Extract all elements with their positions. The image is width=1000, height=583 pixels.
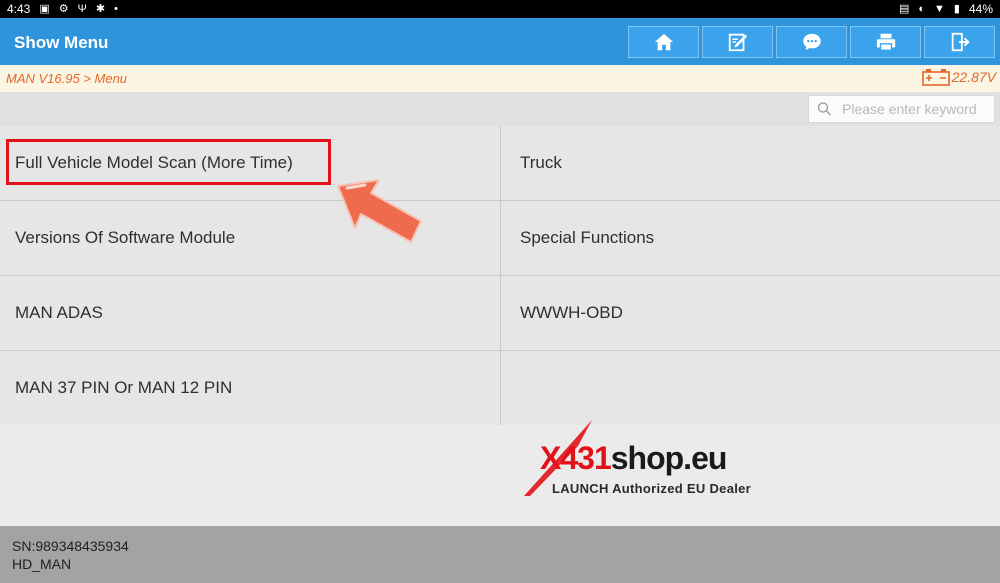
car-battery-icon — [921, 69, 950, 86]
exit-button[interactable] — [924, 26, 995, 58]
title-bar: Show Menu — [0, 18, 1000, 65]
exit-icon — [951, 32, 970, 52]
watermark-brand: X431shop.eu — [540, 440, 727, 476]
footer: SN:989348435934 HD_MAN — [0, 526, 1000, 583]
search-box[interactable] — [808, 95, 995, 123]
search-input[interactable] — [840, 100, 994, 118]
menu-item-truck[interactable]: Truck — [501, 126, 1000, 200]
battery-level: 44% — [968, 2, 993, 16]
bluetooth-icon: ✱ — [95, 3, 106, 15]
home-button[interactable] — [628, 26, 699, 58]
print-button[interactable] — [850, 26, 921, 58]
menu-item-software-versions[interactable]: Versions Of Software Module — [0, 201, 500, 275]
voltage-value: 22.87V — [951, 69, 996, 85]
vehicle-model: HD_MAN — [12, 556, 72, 572]
battery-icon: ▮ — [953, 3, 960, 15]
gallery-icon: ▣ — [39, 3, 50, 15]
voltage-indicator: 22.87V — [921, 68, 996, 86]
edit-icon — [728, 33, 747, 52]
home-icon — [654, 33, 673, 51]
menu-item-wwwh-obd[interactable]: WWWH-OBD — [501, 276, 1000, 350]
pointer-arrow-icon — [337, 179, 422, 243]
menu-item-man-pin[interactable]: MAN 37 PIN Or MAN 12 PIN — [0, 351, 500, 425]
breadcrumb: MAN V16.95 > Menu — [6, 71, 128, 86]
dot-icon: • — [114, 3, 118, 15]
wifi-icon: ▼ — [934, 3, 945, 15]
search-icon — [817, 102, 831, 116]
menu-item-man-adas[interactable]: MAN ADAS — [0, 276, 500, 350]
clock: 4:43 — [7, 2, 31, 16]
print-icon — [876, 33, 895, 51]
gear-icon: ⚙ — [58, 3, 69, 15]
cast-icon: ▤ — [898, 3, 910, 15]
page-title: Show Menu — [14, 33, 109, 52]
search-row — [0, 92, 1000, 126]
edit-button[interactable] — [702, 26, 773, 58]
watermark-tagline: LAUNCH Authorized EU Dealer — [552, 481, 752, 496]
watermark-logo: X431shop.eu LAUNCH Authorized EU Dealer — [520, 420, 780, 500]
menu-item-empty — [501, 351, 1000, 425]
serial-number: SN:989348435934 — [12, 538, 129, 554]
highlight-box — [6, 139, 331, 185]
menu-item-special-functions[interactable]: Special Functions — [501, 201, 1000, 275]
chat-icon — [802, 33, 821, 51]
rotate-icon: ◐ — [918, 3, 926, 15]
breadcrumb-bar: MAN V16.95 > Menu 22.87V — [0, 65, 1000, 93]
chat-button[interactable] — [776, 26, 847, 58]
status-bar: 4:43 ▣ ⚙ Ψ ✱ • ▤ ◐ ▼ ▮ 44% — [0, 0, 1000, 18]
usb-icon: Ψ — [77, 3, 87, 15]
